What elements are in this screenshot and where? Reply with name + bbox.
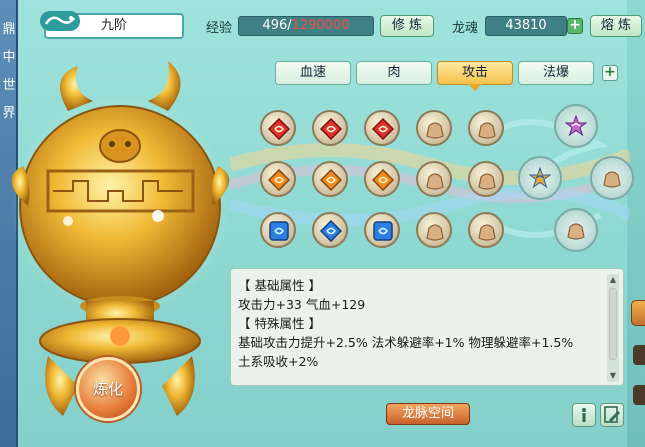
orange-gem-slot[interactable] [260,161,296,197]
side-tab[interactable] [631,300,645,326]
tab-blood-speed[interactable]: 血速 [275,61,351,85]
smelt-soul-button[interactable]: 熔 炼 [590,15,642,37]
experience-label: 经验 [206,21,233,36]
rainbow-gem-icon [565,115,587,137]
orange-gem-icon [320,169,342,191]
basic-attr-header: 【 基础属性 】 [238,278,321,293]
tab-hp[interactable]: 肉 [356,61,432,85]
dragon-soul-label: 龙魂 [452,21,479,36]
empty-slot[interactable] [416,161,452,197]
scroll-down-icon[interactable]: ▼ [608,371,618,381]
pouch-icon [426,122,444,139]
blue-gem-slot[interactable] [312,212,348,248]
smelt-button[interactable]: 炼化 [76,357,140,421]
blue-gem-slot[interactable] [260,212,296,248]
scroll-up-icon[interactable]: ▲ [608,275,618,285]
pouch-icon [478,173,496,190]
special-attr-header: 【 特殊属性 】 [238,316,321,331]
blue-gem-icon [320,220,342,242]
attribute-panel: 【 基础属性 】 攻击力+33 气血+129 【 特殊属性 】 基础攻击力提升+… [230,268,624,386]
active-tab-pointer [468,84,482,91]
empty-slot[interactable] [416,212,452,248]
tab-magic-crit[interactable]: 法爆 [518,61,594,85]
orange-gem-icon [268,169,290,191]
side-tab[interactable] [633,385,645,405]
pouch-icon [426,224,444,241]
dragon-soul-value: 43810 [485,16,567,36]
info-button[interactable] [572,403,596,427]
blue-gem-icon [373,221,393,241]
red-gem-slot[interactable] [260,110,296,146]
special-gem-slot[interactable] [554,104,598,148]
edit-button[interactable] [600,403,624,427]
orange-gem-slot[interactable] [312,161,348,197]
blue-gem-slot[interactable] [364,212,400,248]
experience-value: 496/1290000 [238,16,374,36]
pouch-icon [426,173,444,190]
info-icon [582,408,586,422]
attribute-scrollbar[interactable]: ▲ ▼ [607,274,619,382]
add-dragon-soul-button[interactable]: + [567,18,583,34]
red-gem-slot[interactable] [364,110,400,146]
edit-icon [604,406,620,423]
empty-slot[interactable] [468,110,504,146]
cultivate-button[interactable]: 修 炼 [380,15,434,37]
dragon-badge [40,11,80,31]
empty-slot[interactable] [416,110,452,146]
blue-gem-icon [269,221,289,241]
red-gem-icon [372,118,394,140]
tier-label: 九阶 [100,18,127,33]
tab-attack[interactable]: 攻击 [437,61,513,85]
pouch-icon [603,171,621,188]
empty-special-slot[interactable] [590,156,634,200]
special-gem-slot[interactable] [518,156,562,200]
dragon-icon [44,16,75,25]
empty-slot[interactable] [468,212,504,248]
scroll-thumb[interactable] [609,288,617,360]
red-gem-icon [320,118,342,140]
pouch-icon [478,122,496,139]
empty-special-slot[interactable] [554,208,598,252]
red-gem-icon [268,118,290,140]
special-attr-line: 土系吸收+2% [238,354,319,369]
dragon-space-button[interactable]: 龙脉空间 [386,403,470,425]
side-char: 鼎 [2,22,16,37]
pouch-icon [478,224,496,241]
red-gem-slot[interactable] [312,110,348,146]
basic-attr-values: 攻击力+33 气血+129 [238,297,366,312]
empty-slot[interactable] [468,161,504,197]
side-tab[interactable] [633,345,645,365]
pouch-icon [567,223,585,240]
add-tab-button[interactable]: + [602,65,618,81]
orange-gem-icon [372,169,394,191]
special-attr-line: 基础攻击力提升+2.5% 法术躲避率+1% 物理躲避率+1.5% [238,335,574,350]
rainbow-gem-icon [529,167,551,189]
orange-gem-slot[interactable] [364,161,400,197]
